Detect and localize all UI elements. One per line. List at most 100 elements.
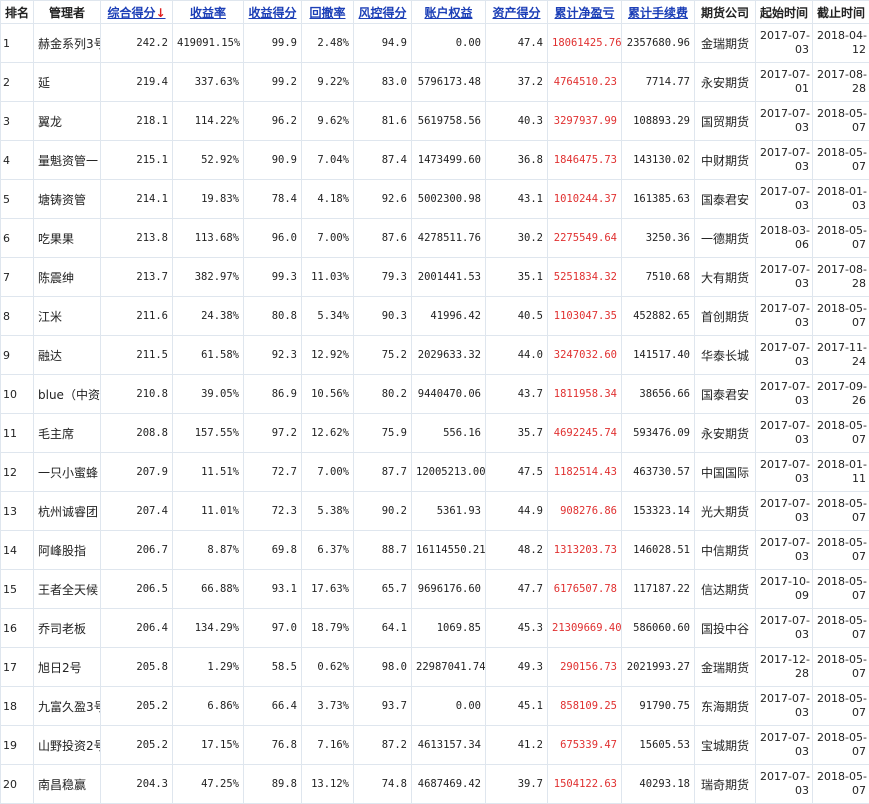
end-date-cell-line2: 07	[817, 628, 866, 642]
net-pl-cell: 3297937.99	[548, 102, 622, 141]
drawdown-cell: 9.22%	[302, 63, 354, 102]
return-rate-cell: 157.55%	[173, 414, 244, 453]
fee-cell: 117187.22	[622, 570, 695, 609]
manager-cell: 塘铸资管	[34, 180, 101, 219]
net-pl-cell: 675339.47	[548, 726, 622, 765]
return-score-cell: 90.9	[244, 141, 302, 180]
manager-cell: 一只小蜜蜂	[34, 453, 101, 492]
rank-cell: 19	[1, 726, 34, 765]
asset-score-cell: 49.3	[486, 648, 548, 687]
drawdown-cell: 7.00%	[302, 453, 354, 492]
start-date-cell-line1: 2017-07-	[760, 380, 809, 394]
end-date-cell: 2018-05-07	[813, 297, 869, 336]
return-rate-cell: 11.51%	[173, 453, 244, 492]
end-date-cell: 2017-11-24	[813, 336, 869, 375]
header-drawdown[interactable]: 回撤率	[302, 1, 354, 24]
end-date-cell-line1: 2018-05-	[817, 224, 866, 238]
risk-score-cell: 92.6	[354, 180, 412, 219]
start-date-cell-line1: 2017-07-	[760, 341, 809, 355]
header-fee[interactable]: 累计手续费	[622, 1, 695, 24]
manager-cell: 旭日2号	[34, 648, 101, 687]
fee-cell: 7510.68	[622, 258, 695, 297]
net-pl-cell: 858109.25	[548, 687, 622, 726]
manager-cell: 翼龙	[34, 102, 101, 141]
manager-cell: 乔司老板	[34, 609, 101, 648]
sort-down-arrow-icon: ↓	[155, 6, 165, 20]
start-date-cell-line2: 03	[760, 355, 809, 369]
rank-cell: 3	[1, 102, 34, 141]
end-date-cell-line2: 11	[817, 472, 866, 486]
rank-cell: 8	[1, 297, 34, 336]
return-score-cell: 72.3	[244, 492, 302, 531]
header-end: 截止时间	[813, 1, 869, 24]
return-score-cell: 93.1	[244, 570, 302, 609]
risk-score-cell: 64.1	[354, 609, 412, 648]
start-date-cell-line2: 03	[760, 511, 809, 525]
return-rate-cell: 11.01%	[173, 492, 244, 531]
fee-cell: 2021993.27	[622, 648, 695, 687]
broker-cell: 瑞奇期货	[695, 765, 756, 804]
equity-cell: 16114550.21	[412, 531, 486, 570]
risk-score-cell: 87.7	[354, 453, 412, 492]
table-row: 2延219.4337.63%99.29.22%83.05796173.4837.…	[1, 63, 869, 102]
end-date-cell-line2: 28	[817, 277, 866, 291]
start-date-cell: 2017-07-01	[756, 63, 813, 102]
asset-score-cell: 45.3	[486, 609, 548, 648]
asset-score-cell: 47.7	[486, 570, 548, 609]
return-rate-cell: 114.22%	[173, 102, 244, 141]
end-date-cell-line1: 2018-05-	[817, 731, 866, 745]
table-row: 15王者全天候206.566.88%93.117.63%65.79696176.…	[1, 570, 869, 609]
header-asset-score[interactable]: 资产得分	[486, 1, 548, 24]
header-return-rate[interactable]: 收益率	[173, 1, 244, 24]
start-date-cell: 2017-07-03	[756, 297, 813, 336]
manager-cell: 赫金系列3号	[34, 24, 101, 63]
start-date-cell-line2: 09	[760, 589, 809, 603]
start-date-cell-line2: 01	[760, 82, 809, 96]
header-return-score[interactable]: 收益得分	[244, 1, 302, 24]
header-net-pl[interactable]: 累计净盈亏	[548, 1, 622, 24]
end-date-cell: 2018-05-07	[813, 531, 869, 570]
fee-cell: 38656.66	[622, 375, 695, 414]
manager-cell: 阿峰股指	[34, 531, 101, 570]
risk-score-cell: 75.9	[354, 414, 412, 453]
manager-cell: 江米	[34, 297, 101, 336]
risk-score-cell: 74.8	[354, 765, 412, 804]
drawdown-cell: 5.34%	[302, 297, 354, 336]
net-pl-cell: 6176507.78	[548, 570, 622, 609]
start-date-cell-line2: 03	[760, 433, 809, 447]
start-date-cell: 2017-07-03	[756, 531, 813, 570]
header-composite-score[interactable]: 综合得分↓	[101, 1, 173, 24]
start-date-cell-line1: 2017-07-	[760, 536, 809, 550]
rank-cell: 6	[1, 219, 34, 258]
start-date-cell-line1: 2017-07-	[760, 263, 809, 277]
table-row: 6吃果果213.8113.68%96.07.00%87.64278511.763…	[1, 219, 869, 258]
net-pl-cell: 908276.86	[548, 492, 622, 531]
start-date-cell-line1: 2017-07-	[760, 692, 809, 706]
net-pl-cell: 1846475.73	[548, 141, 622, 180]
table-row: 8江米211.624.38%80.85.34%90.341996.4240.51…	[1, 297, 869, 336]
risk-score-cell: 75.2	[354, 336, 412, 375]
end-date-cell-line2: 07	[817, 433, 866, 447]
end-date-cell-line1: 2018-05-	[817, 536, 866, 550]
start-date-cell: 2017-07-03	[756, 453, 813, 492]
header-equity[interactable]: 账户权益	[412, 1, 486, 24]
equity-cell: 0.00	[412, 687, 486, 726]
rank-cell: 18	[1, 687, 34, 726]
return-rate-cell: 39.05%	[173, 375, 244, 414]
start-date-cell-line1: 2017-07-	[760, 302, 809, 316]
asset-score-cell: 43.1	[486, 180, 548, 219]
equity-cell: 5361.93	[412, 492, 486, 531]
asset-score-cell: 30.2	[486, 219, 548, 258]
end-date-cell: 2018-01-11	[813, 453, 869, 492]
end-date-cell-line2: 07	[817, 121, 866, 135]
drawdown-cell: 0.62%	[302, 648, 354, 687]
end-date-cell-line1: 2018-05-	[817, 302, 866, 316]
asset-score-cell: 47.4	[486, 24, 548, 63]
start-date-cell-line2: 03	[760, 43, 809, 57]
start-date-cell-line1: 2017-10-	[760, 575, 809, 589]
end-date-cell-line1: 2018-04-	[817, 29, 866, 43]
risk-score-cell: 93.7	[354, 687, 412, 726]
end-date-cell-line2: 28	[817, 82, 866, 96]
broker-cell: 一德期货	[695, 219, 756, 258]
header-risk-score[interactable]: 风控得分	[354, 1, 412, 24]
